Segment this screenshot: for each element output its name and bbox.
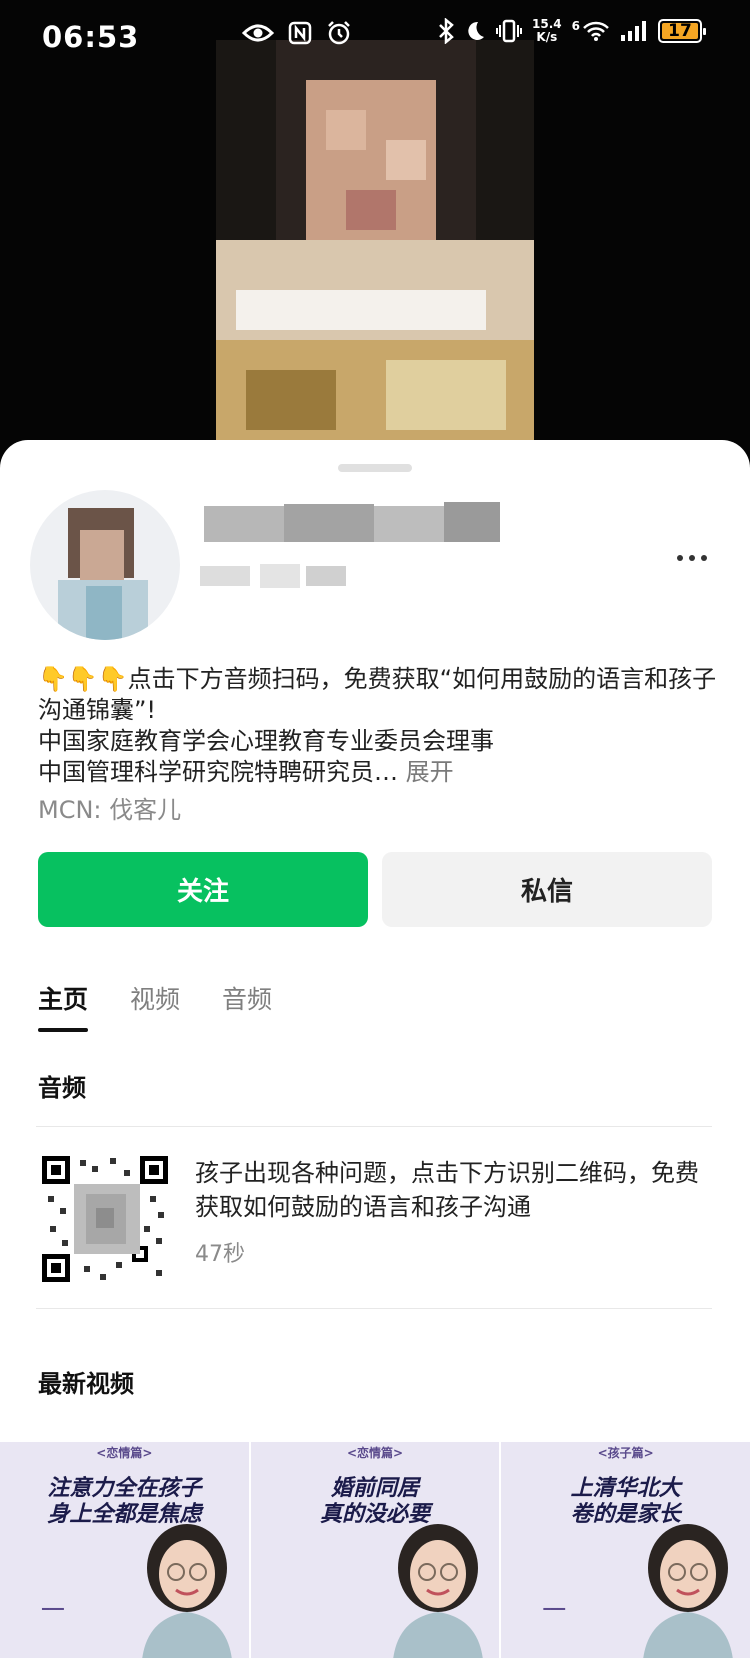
presenter-image: [142, 1524, 232, 1658]
wifi-icon: [583, 21, 609, 41]
signal-icon: [621, 21, 646, 41]
status-bar: 06:53 15.4 K/s 6 17: [0, 0, 750, 80]
moon-icon: [468, 21, 485, 40]
profile-tabs: 主页 视频 音频: [38, 980, 272, 1032]
message-button[interactable]: 私信: [382, 852, 712, 927]
video-category: <恋情篇>: [96, 1446, 153, 1460]
avatar[interactable]: [30, 490, 180, 640]
follow-button[interactable]: 关注: [38, 852, 368, 927]
more-options-button[interactable]: [672, 548, 712, 568]
presenter-name-mark: ━━━: [543, 1602, 566, 1616]
nfc-icon: [288, 21, 312, 45]
tab-videos[interactable]: 视频: [130, 980, 180, 1032]
status-time: 06:53: [42, 20, 140, 54]
divider: [36, 1308, 712, 1309]
tab-home[interactable]: 主页: [38, 980, 89, 1032]
presenter-image: [643, 1524, 734, 1658]
tab-audio[interactable]: 音频: [222, 980, 272, 1032]
video-thumbnail[interactable]: <孩子篇> 上清华北大 卷的是家长 ━━━: [501, 1442, 750, 1658]
audio-item-text[interactable]: 孩子出现各种问题，点击下方识别二维码，免费获取如何鼓励的语言和孩子沟通: [195, 1156, 715, 1224]
video-thumbnail[interactable]: <恋情篇> 婚前同居 真的没必要: [250, 1442, 500, 1658]
alarm-icon: [328, 21, 350, 45]
profile-sheet: 👇👇👇点击下方音频扫码，免费获取“如何用鼓励的语言和孩子沟通锦囊”! 中国家庭教…: [0, 440, 750, 1658]
latest-videos-row: <恋情篇> 注意力全在孩子 身上全都是焦虑 ━━━ <恋情篇> 婚前同居 真的没…: [0, 1442, 750, 1658]
vibrate-icon: [496, 19, 523, 43]
bluetooth-icon: [439, 18, 454, 44]
battery-icon: 17: [658, 19, 706, 43]
drag-handle[interactable]: [338, 464, 412, 472]
signal-label: 6: [571, 19, 580, 33]
audio-section-title: 音频: [38, 1074, 86, 1102]
qr-code-thumbnail[interactable]: [40, 1154, 170, 1284]
audio-item-duration: 47秒: [195, 1242, 245, 1267]
expand-link[interactable]: 展开: [398, 758, 454, 786]
video-category: <孩子篇>: [597, 1446, 654, 1460]
network-speed: 15.4 K/s: [532, 17, 562, 44]
video-thumbnail[interactable]: <恋情篇> 注意力全在孩子 身上全都是焦虑 ━━━: [0, 1442, 249, 1658]
profile-bio: 👇👇👇点击下方音频扫码，免费获取“如何用鼓励的语言和孩子沟通锦囊”! 中国家庭教…: [38, 664, 728, 788]
mcn-label: MCN: 伐客儿: [38, 796, 182, 824]
divider: [36, 1126, 712, 1127]
eye-icon: [242, 24, 274, 42]
presenter-image: [393, 1524, 483, 1658]
bio-line: 中国家庭教育学会心理教育专业委员会理事: [38, 727, 494, 755]
bio-line: 👇👇👇点击下方音频扫码，免费获取“如何用鼓励的语言和孩子沟通锦囊”!: [38, 665, 717, 724]
presenter-name-mark: ━━━: [42, 1602, 64, 1616]
video-category: <恋情篇>: [346, 1446, 404, 1460]
profile-subtitle-blurred: [200, 562, 350, 590]
video-background[interactable]: 06:53 15.4 K/s 6 17: [0, 0, 750, 460]
bio-line: 中国管理科学研究院特聘研究员… 展开: [38, 758, 454, 786]
video-frame-pixelated: [216, 40, 534, 440]
latest-videos-title: 最新视频: [38, 1370, 134, 1398]
profile-name-blurred: [204, 500, 500, 546]
